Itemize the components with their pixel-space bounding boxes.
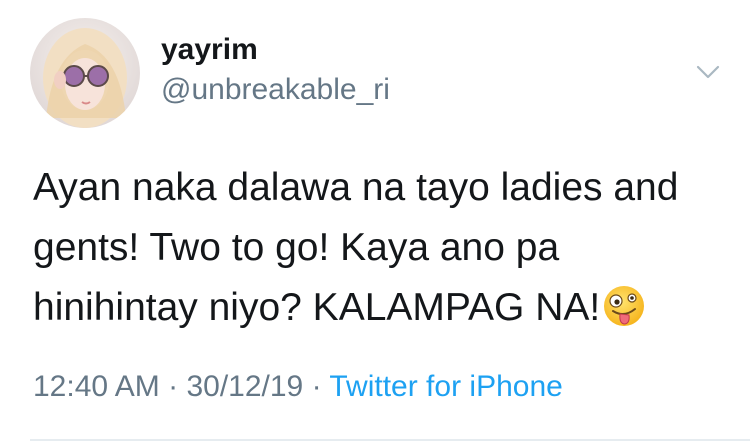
display-name[interactable]: yayrim xyxy=(161,32,258,68)
divider xyxy=(30,439,750,441)
meta-separator: · xyxy=(168,370,179,403)
chevron-down-icon[interactable] xyxy=(695,62,721,82)
avatar-image xyxy=(30,18,140,128)
meta-separator: · xyxy=(311,370,322,403)
tweet-source-link[interactable]: Twitter for iPhone xyxy=(329,370,562,403)
tweet-text: Ayan naka dalawa na tayo ladies and gent… xyxy=(33,158,733,338)
tweet-text-line-text: hinihintay niyo? KALAMPAG NA! xyxy=(33,286,601,329)
tweet-card: yayrim @unbreakable_ri Ayan naka dalawa … xyxy=(0,0,750,443)
tweet-text-line: hinihintay niyo? KALAMPAG NA! xyxy=(33,278,733,338)
user-handle[interactable]: @unbreakable_ri xyxy=(161,72,390,108)
zany-face-emoji-icon xyxy=(604,286,645,326)
tweet-date[interactable]: 30/12/19 xyxy=(186,370,303,403)
avatar[interactable] xyxy=(30,18,140,128)
tweet-time[interactable]: 12:40 AM xyxy=(33,370,160,403)
tweet-text-line: Ayan naka dalawa na tayo ladies and xyxy=(33,166,679,209)
tweet-text-line: gents! Two to go! Kaya ano pa xyxy=(33,226,560,269)
tweet-metadata: 12:40 AM · 30/12/19 · Twitter for iPhone xyxy=(33,368,563,406)
